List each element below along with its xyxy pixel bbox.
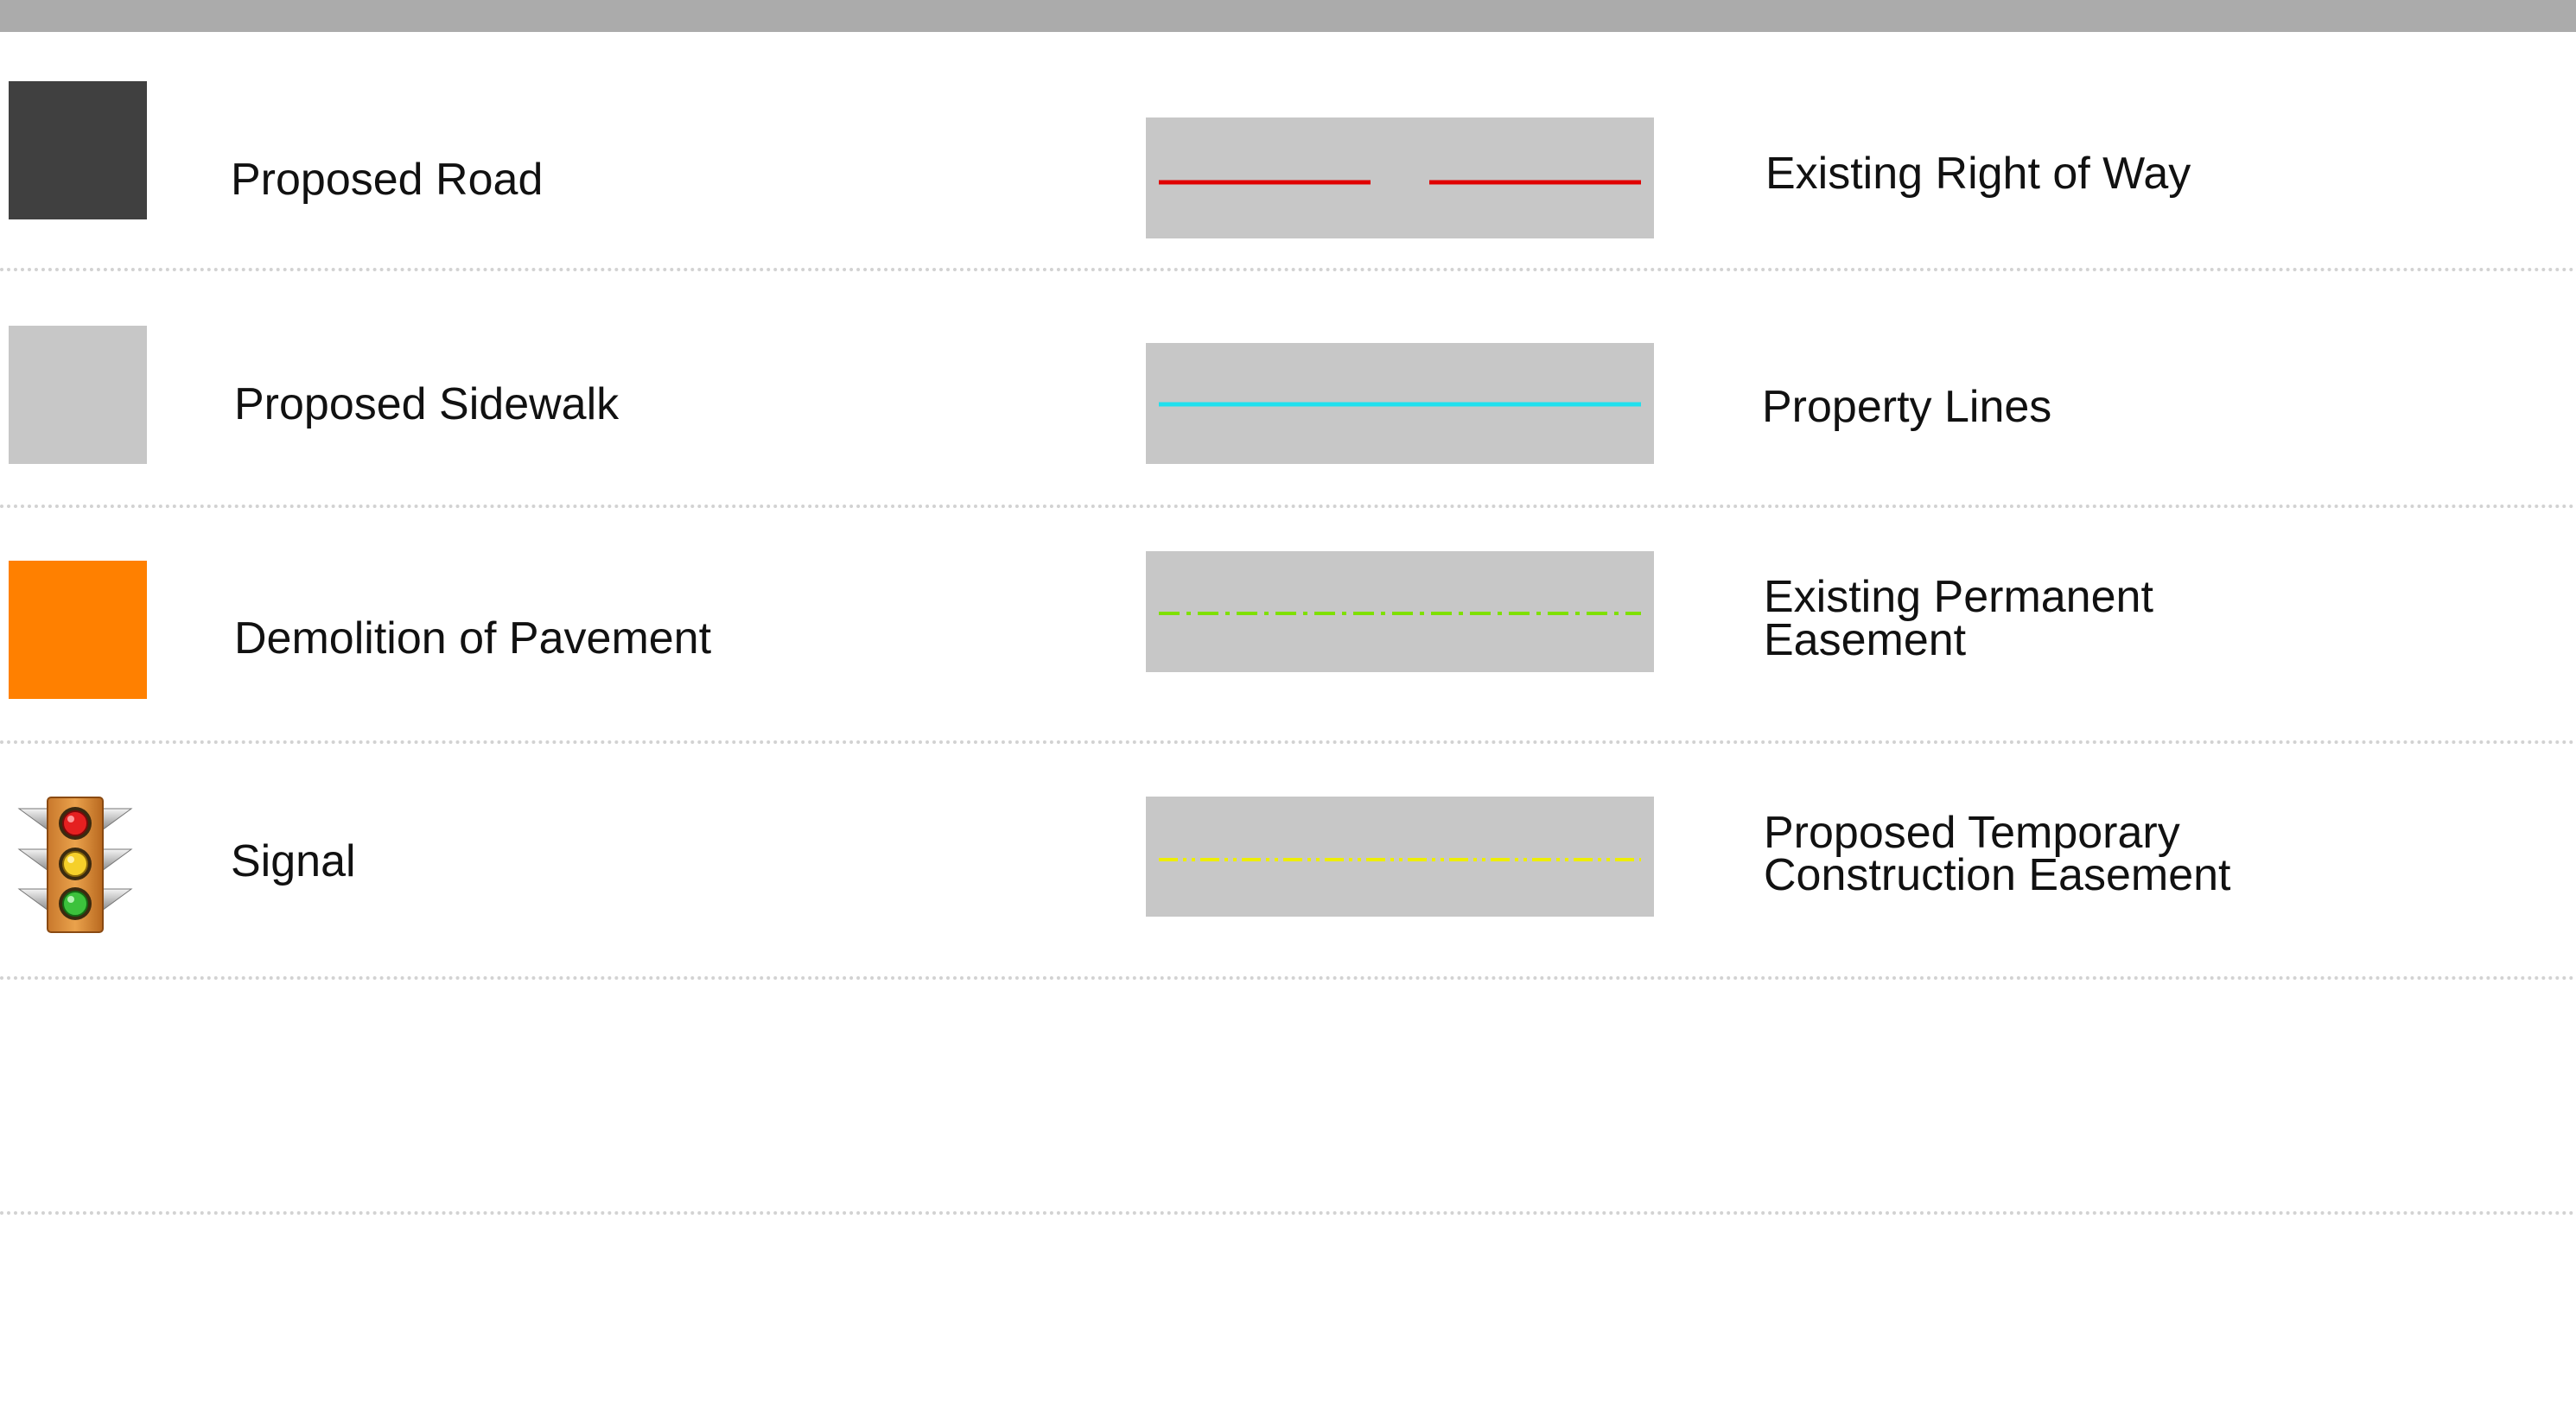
proposed-temporary-construction-easement-line-sample <box>1146 797 1654 917</box>
proposed-temporary-construction-easement-line <box>1159 858 1641 861</box>
proposed-temporary-construction-easement-label-line-2: Construction Easement <box>1764 850 2231 900</box>
property-lines-label: Property Lines <box>1762 382 2052 432</box>
proposed-sidewalk-label: Proposed Sidewalk <box>234 379 620 429</box>
row-divider <box>0 268 2576 271</box>
existing-right-of-way-line <box>1159 180 1641 185</box>
property-lines-line-sample <box>1146 343 1654 464</box>
existing-permanent-easement-label-line-1: Existing Permanent <box>1764 572 2153 622</box>
proposed-temporary-construction-easement-label-line-1: Proposed Temporary <box>1764 808 2180 858</box>
existing-permanent-easement-line-sample <box>1146 551 1654 672</box>
proposed-road-label: Proposed Road <box>231 155 544 205</box>
existing-permanent-easement-label-line-2: Easement <box>1764 615 1967 665</box>
proposed-road-swatch <box>9 81 147 219</box>
existing-right-of-way-line-sample <box>1146 117 1654 238</box>
demolition-of-pavement-swatch <box>9 561 147 699</box>
existing-right-of-way-label: Existing Right of Way <box>1765 149 2191 199</box>
signal-label: Signal <box>231 836 356 886</box>
existing-permanent-easement-line <box>1159 612 1641 615</box>
top-bar <box>0 0 2576 32</box>
row-divider <box>0 1211 2576 1215</box>
proposed-sidewalk-swatch <box>9 326 147 464</box>
traffic-signal-icon <box>17 796 133 934</box>
row-divider <box>0 505 2576 508</box>
row-divider <box>0 976 2576 980</box>
demolition-of-pavement-label: Demolition of Pavement <box>234 613 712 664</box>
row-divider <box>0 740 2576 744</box>
property-lines-line <box>1159 402 1641 407</box>
